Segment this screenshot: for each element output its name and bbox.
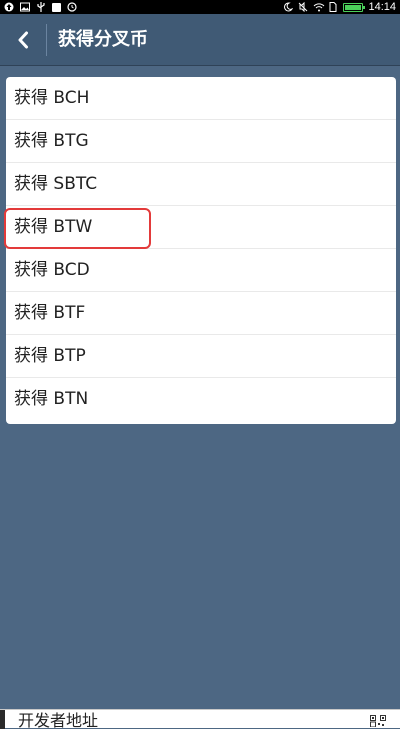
list-item-bch[interactable]: 获得 BCH <box>6 77 396 120</box>
battery-icon <box>343 2 366 12</box>
status-right-icons: 14:14 <box>283 0 396 14</box>
status-bar: 14:14 <box>0 0 400 14</box>
status-left-icons <box>4 0 77 14</box>
list-item-btf[interactable]: 获得 BTF <box>6 292 396 335</box>
mute-icon <box>298 1 308 13</box>
list-item-sbtc[interactable]: 获得 SBTC <box>6 163 396 206</box>
chevron-left-icon <box>18 31 28 49</box>
list-item-label: 获得 BTN <box>14 389 89 409</box>
sim-icon <box>328 2 338 12</box>
list-item-btg[interactable]: 获得 BTG <box>6 120 396 163</box>
qr-code-icon[interactable] <box>370 715 386 727</box>
highlight-annotation <box>4 208 151 249</box>
list-item-btp[interactable]: 获得 BTP <box>6 335 396 378</box>
list-item-label: 获得 BTP <box>14 346 86 366</box>
list-item-label: 获得 BTG <box>14 131 89 151</box>
header-divider <box>46 24 47 56</box>
alarm-icon <box>67 2 77 12</box>
list-item-label: 获得 SBTC <box>14 174 98 194</box>
status-time: 14:14 <box>368 1 396 13</box>
app-header: 获得分叉币 <box>0 14 400 66</box>
image-icon <box>20 2 30 12</box>
bottom-edge-marker <box>0 710 5 729</box>
usb-icon <box>36 2 46 12</box>
list-item-label: 获得 BCH <box>14 88 90 108</box>
do-not-disturb-icon <box>283 2 294 12</box>
page-title: 获得分叉币 <box>58 29 148 50</box>
list-item-label: 获得 BCD <box>14 260 90 280</box>
list-item-btn[interactable]: 获得 BTN <box>6 378 396 421</box>
document-icon <box>52 2 61 12</box>
list-item-bcd[interactable]: 获得 BCD <box>6 249 396 292</box>
back-button[interactable] <box>0 14 46 66</box>
wifi-icon <box>313 2 325 12</box>
fork-coin-list: 获得 BCH 获得 BTG 获得 SBTC 获得 BTW 获得 BCD 获得 B… <box>6 77 396 424</box>
upload-icon <box>4 2 14 12</box>
developer-address-label: 开发者地址 <box>18 711 99 729</box>
bottom-bar[interactable]: 开发者地址 <box>0 709 400 729</box>
list-item-label: 获得 BTF <box>14 303 86 323</box>
